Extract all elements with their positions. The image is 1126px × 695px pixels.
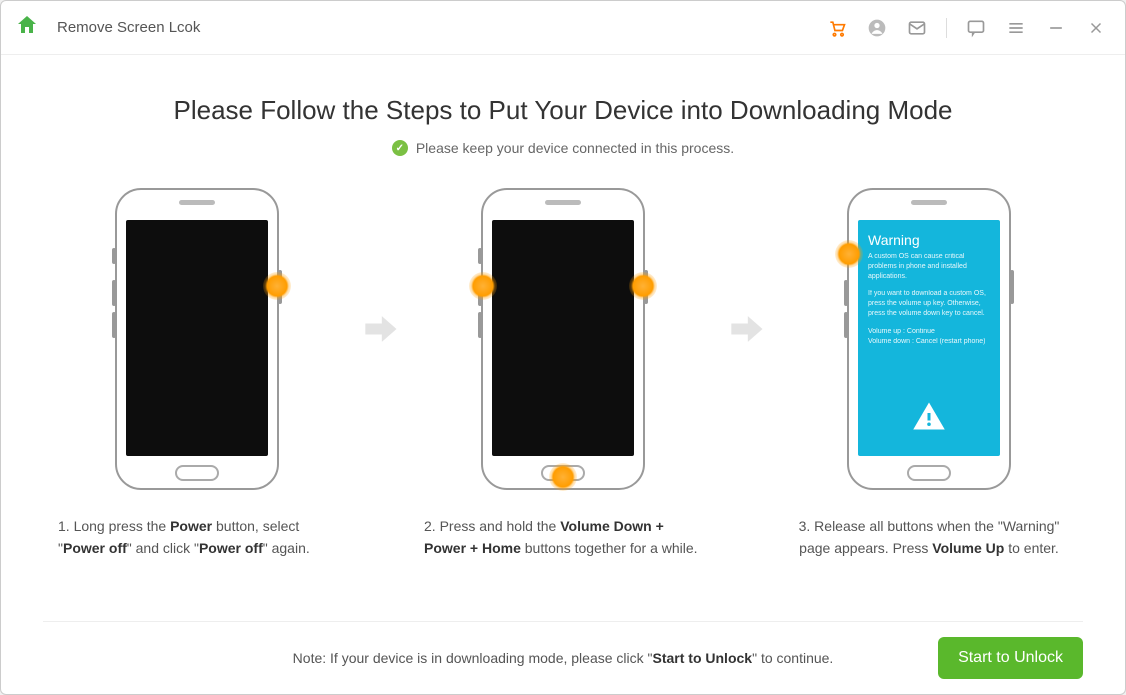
cart-icon[interactable] — [826, 17, 848, 39]
step-1: 1. Long press the Power button, select "… — [52, 184, 342, 559]
menu-icon[interactable] — [1005, 17, 1027, 39]
steps-row: 1. Long press the Power button, select "… — [43, 184, 1083, 559]
step-2-text: 2. Press and hold the Volume Down + Powe… — [418, 516, 708, 559]
main-content: Please Follow the Steps to Put Your Devi… — [1, 55, 1125, 585]
start-to-unlock-button[interactable]: Start to Unlock — [938, 637, 1083, 679]
home-icon[interactable] — [15, 13, 39, 42]
page-title: Remove Screen Lcok — [57, 19, 826, 36]
step-3: Warning A custom OS can cause critical p… — [784, 184, 1074, 559]
sub-heading: ✓ Please keep your device connected in t… — [392, 140, 734, 156]
app-window: Remove Screen Lcok — [0, 0, 1126, 695]
arrow-icon — [722, 174, 770, 484]
titlebar: Remove Screen Lcok — [1, 1, 1125, 55]
arrow-icon — [356, 174, 404, 484]
minimize-icon[interactable] — [1045, 17, 1067, 39]
close-icon[interactable] — [1085, 17, 1107, 39]
footer-note: Note: If your device is in downloading m… — [293, 650, 834, 666]
warning-triangle-icon — [909, 398, 949, 434]
mail-icon[interactable] — [906, 17, 928, 39]
step-2: 2. Press and hold the Volume Down + Powe… — [418, 184, 708, 559]
heading: Please Follow the Steps to Put Your Devi… — [173, 95, 952, 126]
step-1-text: 1. Long press the Power button, select "… — [52, 516, 342, 559]
step-3-text: 3. Release all buttons when the "Warning… — [784, 516, 1074, 559]
sub-heading-text: Please keep your device connected in thi… — [416, 140, 734, 156]
feedback-icon[interactable] — [965, 17, 987, 39]
warning-screen: Warning A custom OS can cause critical p… — [858, 220, 1000, 456]
step-1-illustration — [92, 184, 302, 494]
user-icon[interactable] — [866, 17, 888, 39]
step-2-illustration — [458, 184, 668, 494]
check-icon: ✓ — [392, 140, 408, 156]
titlebar-actions — [826, 17, 1107, 39]
divider — [946, 18, 947, 38]
step-3-illustration: Warning A custom OS can cause critical p… — [824, 184, 1034, 494]
footer: Note: If your device is in downloading m… — [1, 622, 1125, 694]
